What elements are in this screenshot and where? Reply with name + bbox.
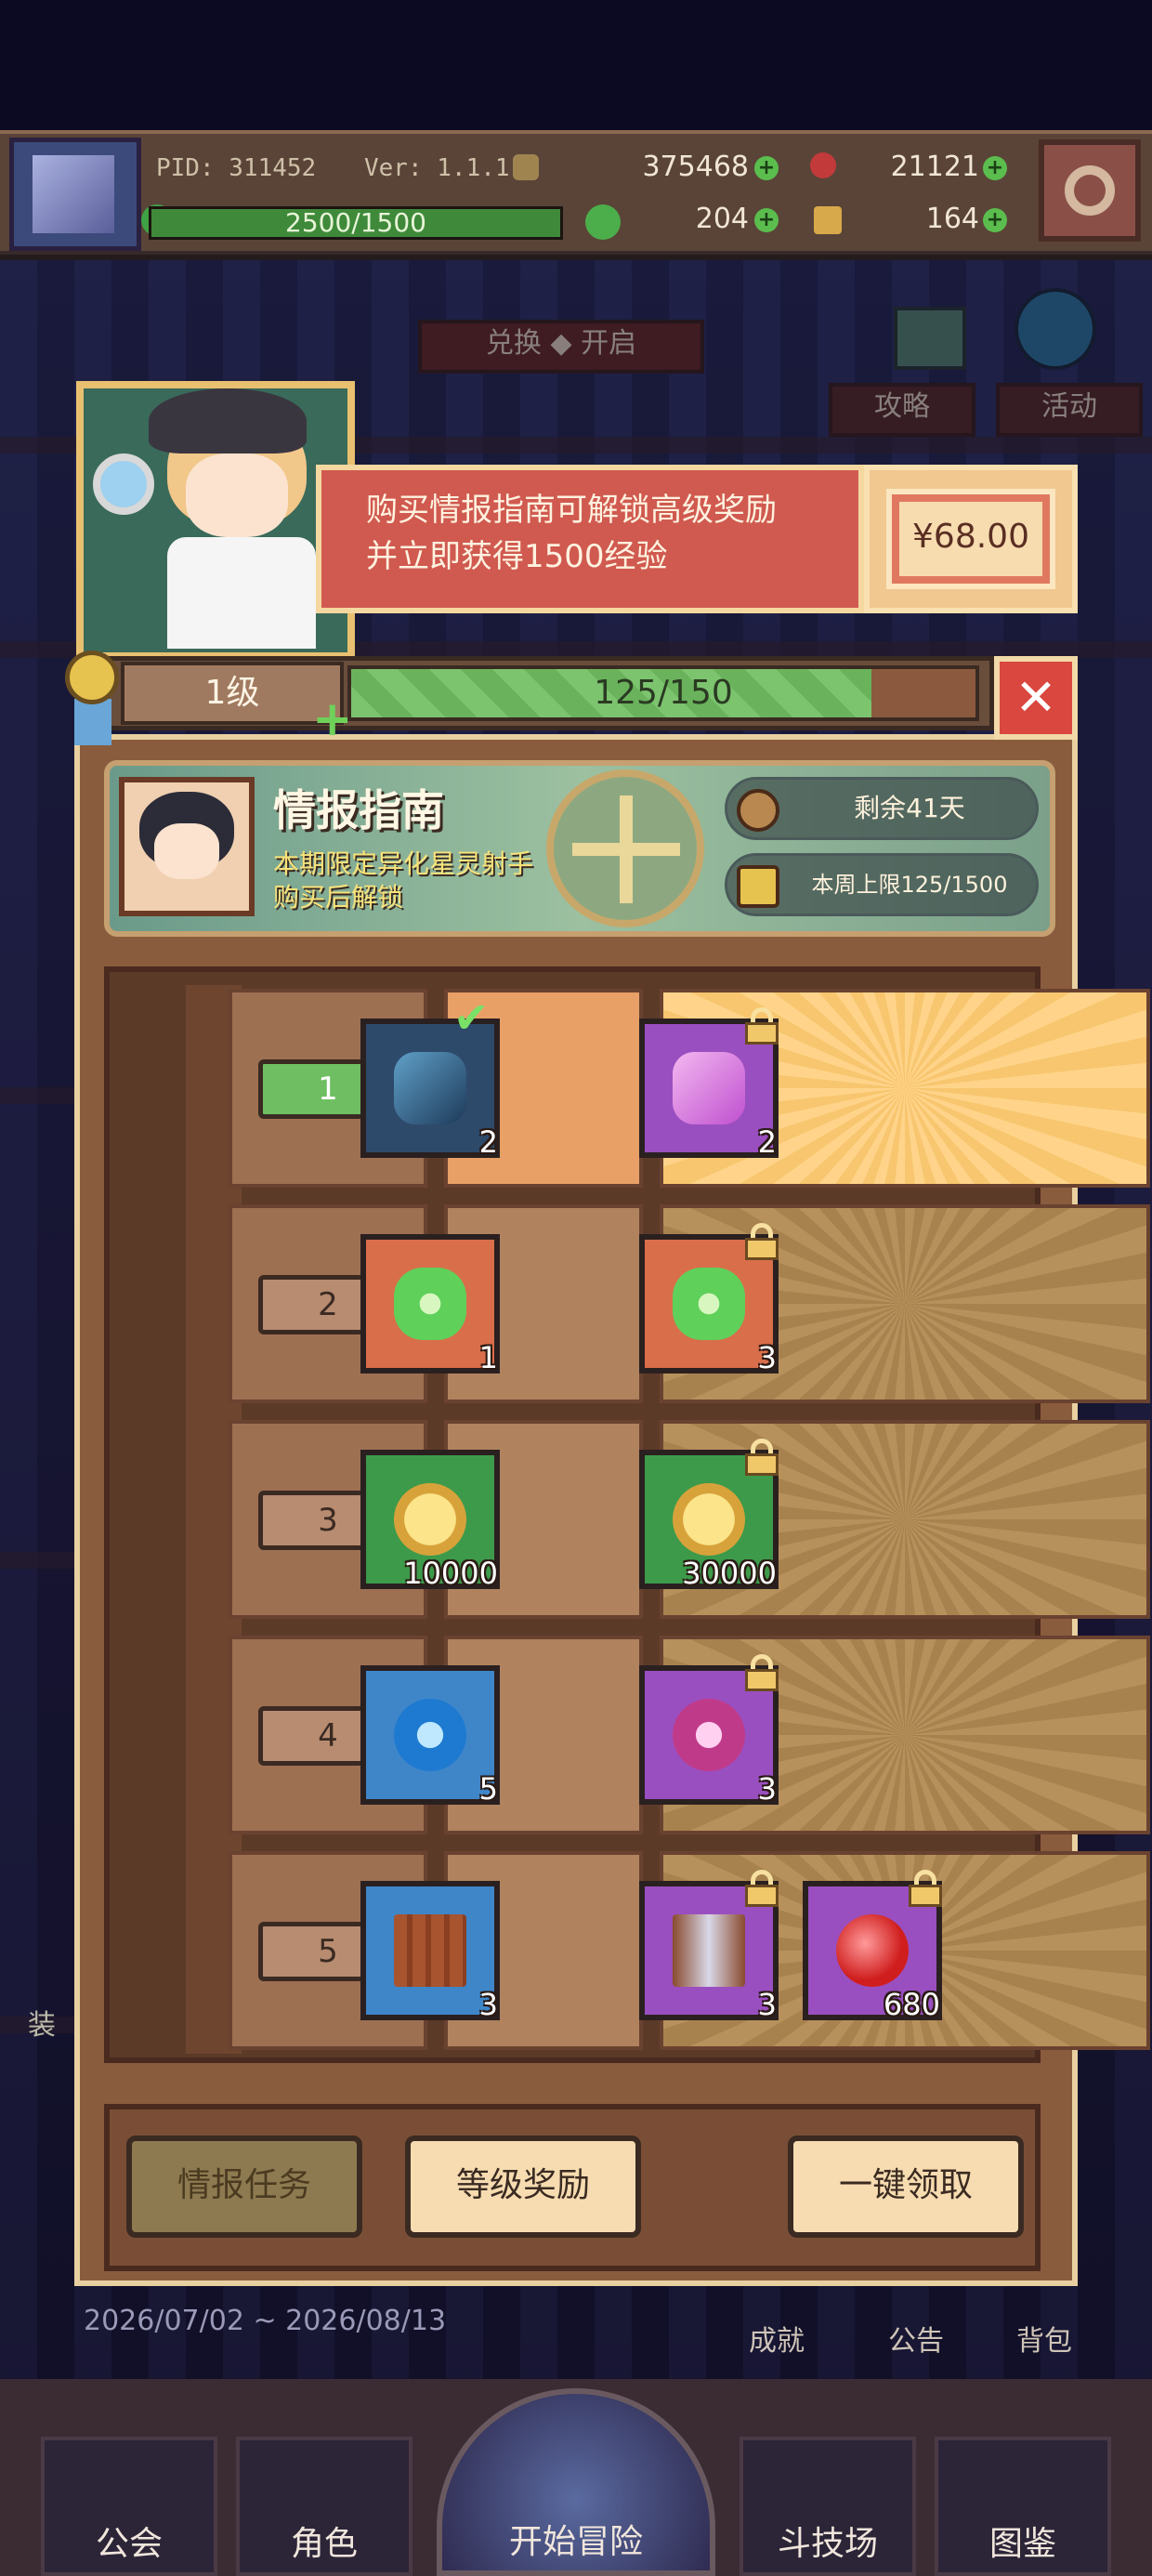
reward-quantity: 30000 xyxy=(682,1556,777,1591)
checkmark-icon: ✔ xyxy=(453,992,490,1043)
reward-item[interactable]: 1 xyxy=(360,1234,500,1375)
blue-crystal-icon xyxy=(394,1052,466,1124)
reward-quantity: 680 xyxy=(883,1987,940,2022)
nav-arena[interactable]: 斗技场 xyxy=(740,2437,916,2576)
achievement-button[interactable]: 成就 xyxy=(749,2318,805,2359)
weekly-limit-pill: 本周上限125/1500 xyxy=(725,853,1039,916)
reward-quantity: 3 xyxy=(478,1987,498,2022)
reward-row: 5 xyxy=(113,0,1150,2050)
lock-icon xyxy=(743,1870,780,1907)
equip-edge-label: 装 xyxy=(28,2009,56,2042)
reward-item[interactable]: 5 xyxy=(360,1665,500,1807)
add-keys-icon[interactable]: + xyxy=(983,208,1007,232)
nav-guild-label: 公会 xyxy=(95,2525,163,2563)
clover-icon xyxy=(673,1268,745,1340)
reward-quantity: 3 xyxy=(757,1340,777,1375)
nav-character[interactable]: 角色 xyxy=(236,2437,412,2576)
reward-quantity: 5 xyxy=(478,1771,498,1807)
key-icon xyxy=(814,206,842,234)
gear-icon xyxy=(1065,165,1115,216)
close-button[interactable]: ✕ xyxy=(994,656,1078,740)
season-date-range: 2026/07/02 ~ 2026/08/13 xyxy=(84,2305,447,2337)
level-progress-bar: 125/150 xyxy=(347,665,979,721)
reward-quantity: 1 xyxy=(478,1340,498,1375)
intel-task-button[interactable]: 情报任务 xyxy=(126,2136,362,2238)
lock-icon xyxy=(743,1007,780,1045)
settings-button[interactable] xyxy=(1039,139,1141,242)
weekly-limit-text: 本周上限125/1500 xyxy=(811,872,1008,898)
level-progress-text: 125/150 xyxy=(594,674,733,712)
bag-button[interactable]: 背包 xyxy=(1016,2318,1072,2359)
clover-icon xyxy=(394,1268,466,1340)
level-reward-button[interactable]: 等级奖励 xyxy=(405,2136,641,2238)
exp-bar: 2500/1500 xyxy=(149,206,563,240)
banner-line-1: 购买情报指南可解锁高级奖励 xyxy=(366,492,777,529)
nav-arena-label: 斗技场 xyxy=(777,2525,878,2563)
guide-title: 情报指南 xyxy=(273,785,444,835)
lock-icon xyxy=(907,1870,944,1907)
red-gem-icon xyxy=(836,1914,909,1987)
lock-icon xyxy=(743,1439,780,1476)
plus-icon[interactable]: + xyxy=(312,695,353,743)
days-left-pill: 剩余41天 xyxy=(725,777,1039,840)
featured-character-avatar xyxy=(119,777,255,916)
clover-icon xyxy=(585,204,621,240)
reward-item[interactable]: 10000 xyxy=(360,1450,500,1591)
add-clover-icon[interactable]: + xyxy=(754,208,779,232)
medal-small-icon xyxy=(737,865,779,908)
blue-orb-icon xyxy=(394,1699,466,1771)
lock-icon xyxy=(743,1223,780,1260)
claim-all-button[interactable]: 一键领取 xyxy=(788,2136,1024,2238)
magnifier-icon xyxy=(93,453,154,515)
nav-codex[interactable]: 图鉴 xyxy=(935,2437,1111,2576)
reward-quantity: 3 xyxy=(757,1771,777,1807)
key-count: 164 xyxy=(925,203,979,235)
gold-coin-icon xyxy=(673,1483,745,1556)
start-adventure-label: 开始冒险 xyxy=(508,2523,643,2561)
nav-codex-label: 图鉴 xyxy=(988,2525,1056,2563)
compass-icon xyxy=(546,769,704,927)
reward-quantity: 2 xyxy=(478,1124,498,1160)
wood-chest-icon xyxy=(394,1914,466,1987)
guide-subtitle-1: 本期限定异化星灵射手 xyxy=(273,848,534,879)
purple-crystal-icon xyxy=(673,1052,745,1124)
nav-character-label: 角色 xyxy=(290,2525,358,2563)
lock-icon xyxy=(743,1654,780,1691)
purchase-price-button[interactable]: ¥68.00 xyxy=(864,465,1078,613)
clover-count: 204 xyxy=(695,203,749,235)
close-icon: ✕ xyxy=(1015,668,1057,727)
price-label: ¥68.00 xyxy=(899,502,1042,576)
nav-guild[interactable]: 公会 xyxy=(41,2437,217,2576)
reward-quantity: 2 xyxy=(757,1124,777,1160)
silver-chest-icon xyxy=(673,1914,745,1987)
ribbon-icon xyxy=(74,699,111,745)
current-level: 1级 xyxy=(121,662,344,725)
reward-quantity: 3 xyxy=(757,1987,777,2022)
pink-orb-icon xyxy=(673,1699,745,1771)
character-portrait xyxy=(76,381,355,660)
banner-line-2: 并立即获得1500经验 xyxy=(366,538,668,575)
purchase-banner: 购买情报指南可解锁高级奖励 并立即获得1500经验 xyxy=(316,465,864,613)
gold-coin-icon xyxy=(394,1483,466,1556)
reward-item[interactable]: 3 xyxy=(360,1881,500,2022)
notice-button[interactable]: 公告 xyxy=(888,2318,944,2359)
days-left-text: 剩余41天 xyxy=(854,793,965,823)
medal-icon xyxy=(65,651,119,704)
clock-icon xyxy=(737,789,779,832)
reward-quantity: 10000 xyxy=(403,1556,498,1591)
guide-subtitle-2: 购买后解锁 xyxy=(273,882,404,913)
